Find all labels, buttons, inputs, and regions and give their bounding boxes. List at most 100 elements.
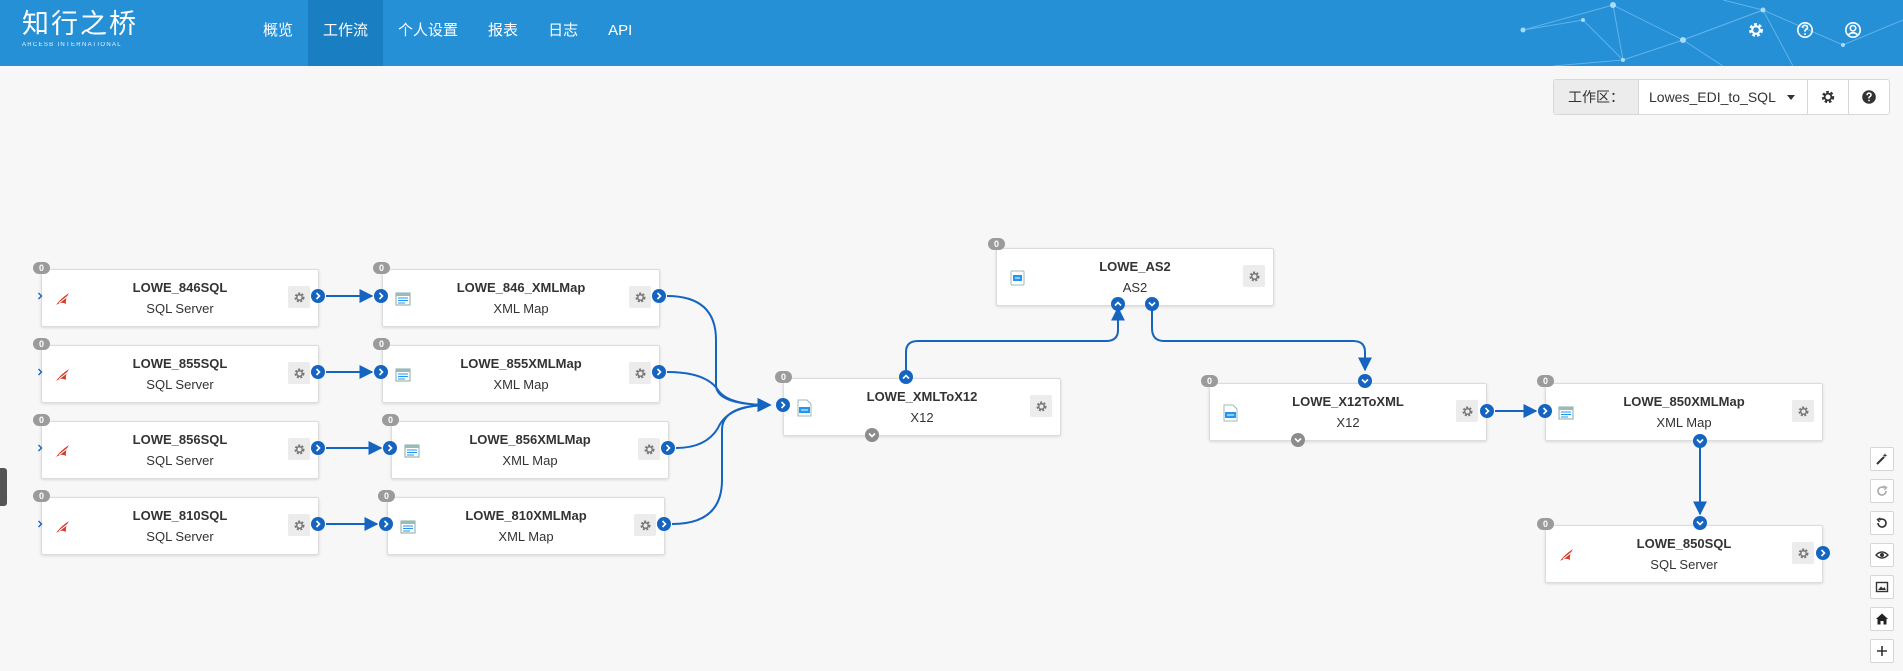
gear-icon (643, 443, 655, 455)
output-port-up[interactable] (899, 370, 913, 384)
home-button[interactable] (1870, 607, 1894, 631)
as2-icon (1010, 270, 1025, 286)
node-type: SQL Server (146, 377, 214, 392)
input-port-down[interactable] (1693, 516, 1707, 530)
redo-button[interactable] (1870, 479, 1894, 503)
output-port[interactable] (652, 289, 666, 303)
workflow-node-846xmlmap[interactable]: LOWE_846_XMLMap XML Map (382, 269, 660, 327)
sidebar-expand-handle[interactable] (0, 468, 7, 506)
home-icon (1876, 613, 1888, 625)
chevron-right-icon (383, 520, 389, 528)
input-port[interactable] (35, 519, 45, 529)
chevron-down-icon (1148, 301, 1156, 307)
node-settings-button[interactable] (1030, 395, 1052, 417)
node-type: XML Map (502, 453, 558, 468)
zoom-in-button[interactable] (1870, 639, 1894, 663)
node-title: LOWE_856XMLMap (469, 432, 591, 447)
node-type: XML Map (493, 301, 549, 316)
chevron-down-icon (1294, 437, 1302, 443)
screenshot-button[interactable] (1870, 575, 1894, 599)
output-port-down[interactable] (1145, 297, 1159, 311)
node-settings-button[interactable] (638, 438, 660, 460)
gear-icon (293, 291, 305, 303)
node-settings-button[interactable] (288, 438, 310, 460)
chevron-right-icon (661, 520, 667, 528)
output-port[interactable] (311, 365, 325, 379)
workflow-node-x12toxml[interactable]: LOWE_X12ToXML X12 (1209, 383, 1487, 441)
chevron-right-icon (656, 292, 662, 300)
input-port-up[interactable] (1111, 297, 1125, 311)
input-port[interactable] (374, 289, 388, 303)
input-port[interactable] (35, 291, 45, 301)
node-title: LOWE_855XMLMap (460, 356, 582, 371)
node-settings-button[interactable] (1243, 265, 1265, 287)
node-settings-button[interactable] (1792, 400, 1814, 422)
input-port[interactable] (35, 367, 45, 377)
connection-xmltox12-as2[interactable] (905, 306, 1125, 377)
node-count-badge: 0 (33, 490, 50, 502)
input-port[interactable] (1538, 404, 1552, 418)
error-port[interactable] (865, 428, 879, 442)
workflow-node-xmltox12[interactable]: LOWE_XMLToX12 X12 (783, 378, 1061, 436)
node-count-badge: 0 (382, 414, 399, 426)
output-port[interactable] (652, 365, 666, 379)
input-port[interactable] (35, 443, 45, 453)
workflow-node-855xmlmap[interactable]: LOWE_855XMLMap XML Map (382, 345, 660, 403)
workflow-node-856xmlmap[interactable]: LOWE_856XMLMap XML Map (391, 421, 669, 479)
workflow-node-810sql[interactable]: LOWE_810SQL SQL Server (41, 497, 319, 555)
node-title: LOWE_AS2 (1099, 259, 1171, 274)
chevron-right-icon (665, 444, 671, 452)
output-port-down[interactable] (1693, 434, 1707, 448)
workflow-node-810xmlmap[interactable]: LOWE_810XMLMap XML Map (387, 497, 665, 555)
node-settings-button[interactable] (634, 514, 656, 536)
chevron-right-icon (378, 292, 384, 300)
node-settings-button[interactable] (288, 286, 310, 308)
input-port-down[interactable] (1358, 374, 1372, 388)
output-port[interactable] (1480, 404, 1494, 418)
workflow-node-855sql[interactable]: LOWE_855SQL SQL Server (41, 345, 319, 403)
node-count-badge: 0 (373, 262, 390, 274)
node-settings-button[interactable] (1456, 400, 1478, 422)
workflow-node-856sql[interactable]: LOWE_856SQL SQL Server (41, 421, 319, 479)
zoom-in-icon (1877, 646, 1887, 656)
node-title: LOWE_850XMLMap (1623, 394, 1745, 409)
chevron-right-icon (387, 444, 393, 452)
xmlmap-icon (404, 444, 420, 458)
output-port[interactable] (657, 517, 671, 531)
chevron-right-icon (38, 444, 43, 452)
gear-icon (293, 367, 305, 379)
chevron-right-icon (38, 520, 43, 528)
connection-846map-xmltox12[interactable] (666, 295, 772, 412)
node-title: LOWE_810XMLMap (465, 508, 587, 523)
canvas-toolbar (1870, 447, 1894, 671)
output-port[interactable] (1816, 546, 1830, 560)
node-settings-button[interactable] (1792, 542, 1814, 564)
node-settings-button[interactable] (288, 514, 310, 536)
chevron-down-icon (1361, 378, 1369, 384)
node-settings-button[interactable] (629, 286, 651, 308)
input-port[interactable] (383, 441, 397, 455)
input-port[interactable] (374, 365, 388, 379)
node-settings-button[interactable] (288, 362, 310, 384)
error-port[interactable] (1291, 433, 1305, 447)
node-settings-button[interactable] (629, 362, 651, 384)
workflow-node-850xmlmap[interactable]: LOWE_850XMLMap XML Map (1545, 383, 1823, 441)
chevron-right-icon (38, 368, 43, 376)
output-port[interactable] (661, 441, 675, 455)
connection-as2-x12toxml[interactable] (1151, 305, 1372, 372)
undo-button[interactable] (1870, 511, 1894, 535)
output-port[interactable] (311, 441, 325, 455)
output-port[interactable] (311, 289, 325, 303)
auto-arrange-button[interactable] (1870, 447, 1894, 471)
input-port[interactable] (379, 517, 393, 531)
workflow-node-as2[interactable]: LOWE_AS2 AS2 (996, 248, 1274, 306)
workflow-node-846sql[interactable]: LOWE_846SQL SQL Server (41, 269, 319, 327)
chevron-right-icon (315, 292, 321, 300)
chevron-right-icon (315, 368, 321, 376)
preview-button[interactable] (1870, 543, 1894, 567)
output-port[interactable] (311, 517, 325, 531)
input-port[interactable] (776, 398, 790, 412)
connection-855map-xmltox12[interactable] (666, 371, 772, 412)
workflow-node-850sql[interactable]: LOWE_850SQL SQL Server (1545, 525, 1823, 583)
sqlserver-icon (56, 369, 69, 381)
